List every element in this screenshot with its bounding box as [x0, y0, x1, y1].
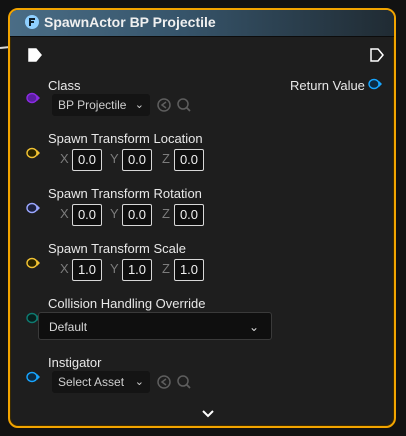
vector-pin-icon[interactable]	[26, 257, 40, 269]
rotation-z-input[interactable]: 0.0	[174, 204, 204, 226]
collision-row: Collision Handling Override Default ⌄	[10, 296, 394, 346]
exec-output-pin-icon[interactable]	[370, 48, 384, 62]
rotation-x-input[interactable]: 0.0	[72, 204, 102, 226]
y-axis-label: Y	[110, 151, 119, 166]
rotation-fields: X 0.0 Y 0.0 Z 0.0	[60, 204, 240, 226]
rotation-label: Spawn Transform Rotation	[48, 186, 202, 201]
location-z-input[interactable]: 0.0	[174, 149, 204, 171]
class-row: Class BP Projectile ⌄ Return Value	[10, 76, 394, 116]
class-pin-icon[interactable]	[26, 92, 40, 104]
object-pin-icon[interactable]	[368, 78, 382, 90]
scale-x-input[interactable]: 1.0	[72, 259, 102, 281]
z-axis-label: Z	[162, 206, 170, 221]
show-advanced-chevron-icon[interactable]	[200, 406, 216, 422]
scale-fields: X 1.0 Y 1.0 Z 1.0	[60, 259, 240, 281]
collision-value: Default	[49, 320, 88, 334]
rotation-y-input[interactable]: 0.0	[122, 204, 152, 226]
instigator-row: Instigator Select Asset ⌄	[10, 355, 394, 395]
z-axis-label: Z	[162, 261, 170, 276]
spawn-actor-node[interactable]: SpawnActor BP Projectile Class BP Projec…	[8, 8, 396, 428]
scale-row: Spawn Transform Scale X 1.0 Y 1.0 Z 1.0	[10, 241, 394, 281]
chevron-down-icon: ⌄	[134, 376, 144, 388]
class-value: BP Projectile	[58, 98, 127, 112]
node-title: SpawnActor BP Projectile	[44, 14, 216, 30]
x-axis-label: X	[60, 206, 69, 221]
collision-dropdown[interactable]: Default ⌄	[38, 312, 272, 340]
z-axis-label: Z	[162, 151, 170, 166]
location-x-input[interactable]: 0.0	[72, 149, 102, 171]
function-icon	[25, 15, 39, 29]
class-label: Class	[48, 78, 81, 93]
instigator-placeholder: Select Asset	[58, 375, 125, 389]
location-y-input[interactable]: 0.0	[122, 149, 152, 171]
location-row: Spawn Transform Location X 0.0 Y 0.0 Z 0…	[10, 131, 394, 171]
search-icon[interactable]	[176, 97, 192, 113]
search-icon[interactable]	[176, 374, 192, 390]
chevron-down-icon: ⌄	[134, 99, 144, 111]
rotator-pin-icon[interactable]	[26, 202, 40, 214]
instigator-label: Instigator	[48, 355, 102, 370]
return-value-label: Return Value	[290, 78, 365, 93]
class-picker[interactable]: BP Projectile ⌄	[52, 94, 150, 116]
collision-label: Collision Handling Override	[48, 296, 206, 311]
y-axis-label: Y	[110, 206, 119, 221]
instigator-picker[interactable]: Select Asset ⌄	[52, 371, 150, 393]
browse-icon[interactable]	[156, 374, 172, 390]
scale-label: Spawn Transform Scale	[48, 241, 187, 256]
scale-y-input[interactable]: 1.0	[122, 259, 152, 281]
rotation-row: Spawn Transform Rotation X 0.0 Y 0.0 Z 0…	[10, 186, 394, 226]
vector-pin-icon[interactable]	[26, 147, 40, 159]
browse-icon[interactable]	[156, 97, 172, 113]
scale-z-input[interactable]: 1.0	[174, 259, 204, 281]
y-axis-label: Y	[110, 261, 119, 276]
object-pin-icon[interactable]	[26, 371, 40, 383]
x-axis-label: X	[60, 151, 69, 166]
location-label: Spawn Transform Location	[48, 131, 203, 146]
chevron-down-icon: ⌄	[248, 320, 259, 334]
exec-input-pin-icon[interactable]	[28, 48, 42, 62]
node-header[interactable]: SpawnActor BP Projectile	[10, 10, 394, 37]
x-axis-label: X	[60, 261, 69, 276]
location-fields: X 0.0 Y 0.0 Z 0.0	[60, 149, 240, 171]
